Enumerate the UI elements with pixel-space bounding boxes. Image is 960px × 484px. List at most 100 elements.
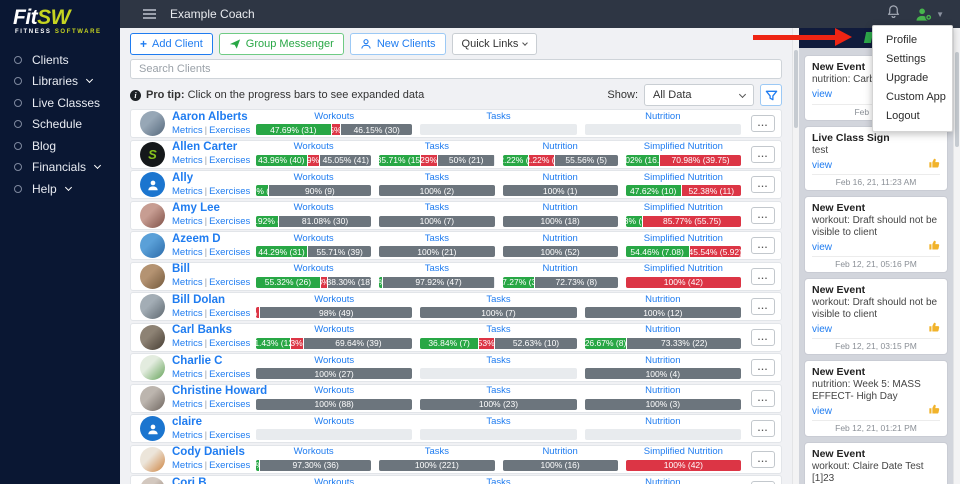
bell-icon[interactable] <box>886 4 901 24</box>
progress-segment-gray[interactable]: 55.56% (5) <box>554 155 618 166</box>
sidebar-item-help[interactable]: Help <box>0 178 120 200</box>
scrollbar-thumb[interactable] <box>794 50 798 128</box>
progress-segment-gray[interactable]: 69.64% (39) <box>303 338 412 349</box>
progress-segment-gray[interactable]: 97.92% (47) <box>382 277 495 288</box>
exercises-link[interactable]: Exercises <box>209 308 250 319</box>
progress-segment-green[interactable]: 35.71% (15) <box>379 155 420 166</box>
fitsw-logo[interactable]: FitSW FITNESS SOFTWARE <box>0 0 120 41</box>
metrics-link[interactable]: Metrics <box>172 247 203 258</box>
event-view-link[interactable]: view <box>812 160 832 171</box>
progress-segment-gray[interactable]: 81.08% (30) <box>278 216 371 227</box>
client-name-link[interactable]: Azeem D <box>172 233 250 247</box>
progress-bar[interactable]: 47.69% (31)6.15% (4)46.15% (30) <box>256 124 412 135</box>
metrics-link[interactable]: Metrics <box>172 308 203 319</box>
progress-bar[interactable]: 100% (12) <box>585 307 741 318</box>
metrics-link[interactable]: Metrics <box>172 155 203 166</box>
avatar[interactable] <box>140 355 165 380</box>
sidebar-item-live-classes[interactable]: Live Classes <box>0 92 120 114</box>
show-select[interactable]: All Data <box>644 84 754 106</box>
progress-segment-gray[interactable]: 72.73% (8) <box>534 277 618 288</box>
progress-bar[interactable]: 100% (18) <box>503 216 618 227</box>
row-more-button[interactable]: ... <box>751 420 775 437</box>
metrics-link[interactable]: Metrics <box>172 430 203 441</box>
progress-segment-green[interactable]: 21.43% (12) <box>256 338 290 349</box>
progress-segment-gray[interactable]: 100% (18) <box>503 216 618 227</box>
avatar[interactable] <box>140 203 165 228</box>
sidebar-item-clients[interactable]: Clients <box>0 49 120 71</box>
progress-bar[interactable]: 100% (1) <box>503 185 618 196</box>
progress-segment-red[interactable]: 10.53% (2) <box>478 338 494 349</box>
avatar[interactable] <box>140 172 165 197</box>
progress-segment-gray[interactable]: 100% (1) <box>503 185 618 196</box>
row-more-button[interactable]: ... <box>751 207 775 224</box>
progress-segment-gray[interactable]: 46.15% (30) <box>340 124 412 135</box>
progress-segment-gray[interactable]: 50% (21) <box>437 155 495 166</box>
progress-bar[interactable] <box>585 429 741 440</box>
event-view-link[interactable]: view <box>812 89 832 100</box>
row-more-button[interactable]: ... <box>751 451 775 468</box>
progress-segment-gray[interactable]: 100% (52) <box>503 246 618 257</box>
group-messenger-button[interactable]: Group Messenger <box>219 33 344 55</box>
progress-segment-red[interactable]: 70.98% (39.75) <box>659 155 741 166</box>
new-clients-button[interactable]: New Clients <box>350 33 446 55</box>
progress-bar[interactable]: 54.46% (7.08)45.54% (5.92) <box>626 246 741 257</box>
avatar[interactable] <box>140 477 165 484</box>
progress-segment-gray[interactable]: 90% (9) <box>268 185 372 196</box>
progress-bar[interactable]: 29.02% (16.25)70.98% (39.75) <box>626 155 741 166</box>
progress-bar[interactable]: 27.27% (3)72.73% (8) <box>503 277 618 288</box>
exercises-link[interactable]: Exercises <box>209 430 250 441</box>
progress-bar[interactable]: 100% (21) <box>379 246 494 257</box>
exercises-link[interactable]: Exercises <box>209 399 250 410</box>
exercises-link[interactable]: Exercises <box>209 460 250 471</box>
row-more-button[interactable]: ... <box>751 298 775 315</box>
menu-item-profile[interactable]: Profile <box>873 31 952 50</box>
row-more-button[interactable]: ... <box>751 329 775 346</box>
client-name-link[interactable]: Carl Banks <box>172 324 250 338</box>
progress-bar[interactable]: 26.67% (8)73.33% (22) <box>585 338 741 349</box>
metrics-link[interactable]: Metrics <box>172 216 203 227</box>
exercises-link[interactable]: Exercises <box>209 277 250 288</box>
metrics-link[interactable]: Metrics <box>172 186 203 197</box>
account-menu-button[interactable]: ▼ <box>914 7 944 22</box>
progress-segment-gray[interactable]: 100% (3) <box>585 399 741 410</box>
progress-bar[interactable]: 47.62% (10)52.38% (11) <box>626 185 741 196</box>
client-name-link[interactable]: claire <box>172 416 250 430</box>
progress-segment-red[interactable]: 8.93% (5) <box>290 338 304 349</box>
progress-bar[interactable] <box>420 368 576 379</box>
progress-segment-gray[interactable]: 55.71% (39) <box>307 246 371 257</box>
client-name-link[interactable]: Charlie C <box>172 355 250 369</box>
progress-segment-gray[interactable]: 45.05% (41) <box>319 155 371 166</box>
progress-bar[interactable]: 35.71% (15)14.29% (6)50% (21) <box>379 155 494 166</box>
progress-segment-red[interactable]: 100% (42) <box>626 277 741 288</box>
progress-bar[interactable]: 2% (1)98% (49) <box>256 307 412 318</box>
row-more-button[interactable]: ... <box>751 390 775 407</box>
thumbs-up-icon[interactable] <box>928 402 940 420</box>
add-client-button[interactable]: +Add Client <box>130 33 213 55</box>
client-name-link[interactable]: Aaron Alberts <box>172 111 250 125</box>
progress-segment-red[interactable]: 10.99% (10) <box>307 155 320 166</box>
main-scrollbar[interactable] <box>792 28 799 484</box>
progress-bar[interactable]: 100% (52) <box>503 246 618 257</box>
metrics-link[interactable]: Metrics <box>172 460 203 471</box>
exercises-link[interactable]: Exercises <box>209 186 250 197</box>
panel-scrollbar[interactable] <box>953 28 960 484</box>
progress-bar[interactable]: 100% (7) <box>379 216 494 227</box>
client-name-link[interactable]: Amy Lee <box>172 202 250 216</box>
avatar[interactable] <box>140 325 165 350</box>
progress-segment-gray[interactable]: 100% (16) <box>503 460 618 471</box>
progress-segment-green[interactable]: 29.02% (16.25) <box>626 155 659 166</box>
thumbs-up-icon[interactable] <box>928 320 940 338</box>
progress-bar[interactable]: 100% (23) <box>420 399 576 410</box>
progress-segment-gray[interactable]: 100% (88) <box>256 399 412 410</box>
sidebar-item-schedule[interactable]: Schedule <box>0 114 120 136</box>
progress-segment-red[interactable]: 6.15% (4) <box>331 124 341 135</box>
row-more-button[interactable]: ... <box>751 115 775 132</box>
row-more-button[interactable]: ... <box>751 176 775 193</box>
progress-bar[interactable]: 100% (221) <box>379 460 494 471</box>
menu-item-custom-app[interactable]: Custom App <box>873 88 952 107</box>
progress-bar[interactable] <box>420 124 576 135</box>
progress-bar[interactable]: 14.23% (9.25)85.77% (55.75) <box>626 216 741 227</box>
progress-segment-gray[interactable]: 73.33% (22) <box>626 338 741 349</box>
progress-segment-gray[interactable]: 38.30% (18) <box>327 277 371 288</box>
progress-segment-gray[interactable]: 100% (23) <box>420 399 576 410</box>
